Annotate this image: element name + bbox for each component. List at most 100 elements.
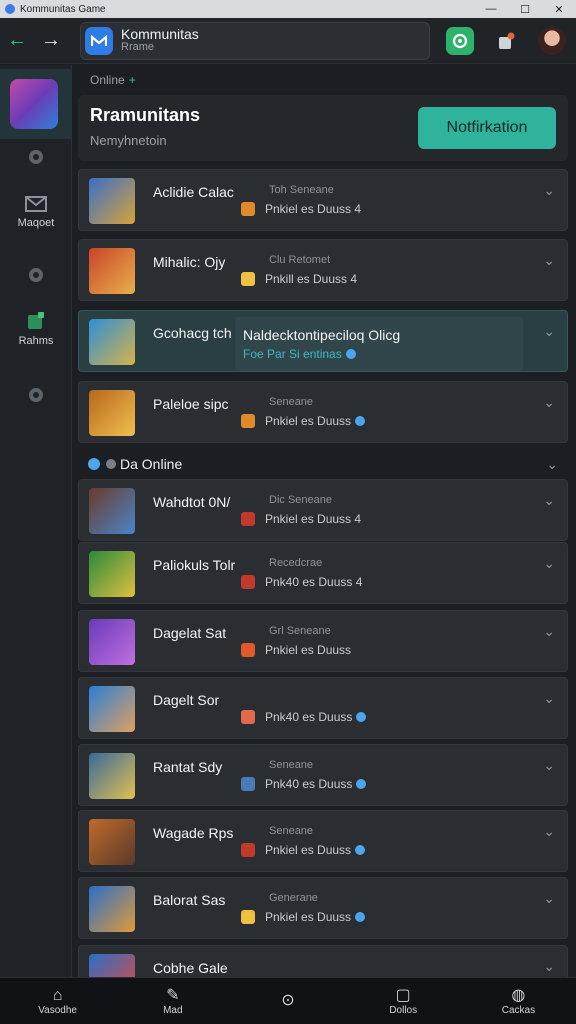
pencil-icon: ✎: [166, 986, 180, 1004]
game-players-text: Pnk40 es Duuss 4: [265, 575, 363, 589]
game-genre: Dic Seneane: [269, 494, 332, 506]
tooltip-title: Naldecktontipeciloq Olicg: [243, 327, 401, 343]
sidebar-item-options[interactable]: [0, 265, 72, 285]
game-tooltip: Naldecktontipeciloq Olicg Foe Par Si enti…: [235, 317, 523, 371]
chevron-down-icon[interactable]: ⌄: [543, 182, 555, 199]
game-genre: Generane: [269, 892, 318, 904]
page-title: Rramunitans: [90, 105, 201, 125]
game-row[interactable]: Gcohacg tch Naldecktontipeciloq Olicg Foe …: [78, 310, 568, 372]
game-row[interactable]: Wahdtot 0N/Dic Seneane Pnkiel es Duuss 4 ⌄: [78, 479, 568, 541]
game-players-text: Pnkiel es Duuss 4: [265, 202, 362, 216]
community-header-card: Rramunitans Nemyhnetoin Notfirkation: [78, 95, 568, 161]
sidebar-item-settings[interactable]: [0, 147, 72, 167]
plus-icon[interactable]: +: [129, 73, 136, 87]
game-thumbnail: [89, 319, 135, 365]
sidebar-item-more[interactable]: [0, 385, 72, 405]
game-players-text: Pnkiel es Duuss: [265, 910, 352, 924]
circle-icon: ⊙: [281, 992, 295, 1009]
game-players: Pnkiel es Duuss: [241, 910, 366, 924]
game-thumbnail: [89, 819, 135, 865]
chevron-down-icon[interactable]: ⌄: [543, 394, 555, 411]
nav-profile[interactable]: ◍ Cackas: [461, 978, 576, 1024]
nav-home[interactable]: ⌂ Vasodhe: [0, 978, 115, 1024]
maximize-icon[interactable]: ☐: [508, 3, 542, 16]
game-row[interactable]: Mihalic: Ojy Clu Retomet Pnkill es Duuss 4…: [78, 239, 568, 301]
verified-icon: [356, 779, 367, 789]
game-row[interactable]: Wagade Rps Seneane Pnkiel es Duuss ⌄: [78, 810, 568, 872]
chat-icon[interactable]: [446, 27, 474, 55]
game-thumbnail: [10, 79, 58, 129]
tooltip-subtitle: Foe Par Si entinas: [243, 347, 356, 361]
chevron-down-icon[interactable]: ⌄: [543, 958, 555, 975]
sidebar-item-label: Rahms: [18, 335, 54, 347]
chevron-down-icon[interactable]: ⌄: [543, 492, 555, 509]
game-name: Mihalic: Ojy: [153, 254, 226, 270]
game-genre: Seneane: [269, 759, 314, 771]
nav-center[interactable]: ⊙: [230, 978, 345, 1024]
verified-icon: [356, 712, 367, 722]
game-players-text: Pnk40 es Duuss: [265, 777, 353, 791]
user-avatar[interactable]: [538, 27, 566, 55]
chevron-down-icon[interactable]: ⌄: [543, 323, 555, 340]
game-name: Aclidie Calac: [153, 184, 234, 200]
game-thumbnail: [89, 248, 135, 294]
puzzle-icon[interactable]: [492, 27, 520, 55]
nav-label: Cackas: [501, 1004, 536, 1016]
game-badge-icon: [241, 512, 255, 526]
game-players: Pnkiel es Duuss 4: [241, 512, 361, 526]
chevron-down-icon[interactable]: ⌄: [543, 890, 555, 907]
notification-button[interactable]: Notfirkation: [418, 107, 556, 149]
game-players: Pnkiel es Duuss: [241, 414, 366, 428]
game-row[interactable]: Paliokuls Tolr Recedcrae Pnk40 es Duuss 4 ⌄: [78, 542, 568, 604]
game-badge-icon: [241, 202, 255, 216]
game-badge-icon: [241, 575, 255, 589]
game-thumbnail: [89, 551, 135, 597]
game-badge-icon: [241, 643, 255, 657]
game-players: Pnkill es Duuss 4: [241, 272, 357, 286]
chevron-down-icon[interactable]: ⌄: [543, 757, 555, 774]
gear-icon: [29, 268, 43, 282]
gear-icon: [29, 388, 43, 402]
game-row[interactable]: Balorat Sas Generane Pnkiel es Duuss ⌄: [78, 877, 568, 939]
game-genre: Recedcrae: [269, 557, 323, 569]
chevron-down-icon[interactable]: ⌄: [543, 623, 555, 640]
chevron-down-icon[interactable]: ⌄: [543, 690, 555, 707]
game-row[interactable]: Dagelat Sat Grl Seneane Pnkiel es Duuss ⌄: [78, 610, 568, 672]
chevron-down-icon[interactable]: ⌄: [546, 456, 558, 473]
game-thumbnail: [89, 753, 135, 799]
mail-icon: [25, 196, 47, 212]
nav-edit[interactable]: ✎ Mad: [115, 978, 230, 1024]
game-badge-icon: [241, 414, 255, 428]
game-players: Pnkiel es Duuss: [241, 643, 351, 657]
app-name: Kommunitas: [121, 26, 199, 42]
avatar-icon: ◍: [511, 986, 526, 1004]
game-row[interactable]: Paleloe sipc Seneane Pnkiel es Duuss ⌄: [78, 381, 568, 443]
game-row[interactable]: Rantat Sdy Seneane Pnk40 es Duuss ⌄: [78, 744, 568, 806]
nav-label: Dollos: [389, 1004, 418, 1016]
chart-icon: [28, 312, 44, 329]
sidebar-item-ratings[interactable]: Rahms: [0, 311, 72, 347]
gear-icon: [29, 150, 43, 164]
close-icon[interactable]: ✕: [542, 3, 576, 16]
back-arrow-icon[interactable]: ←: [0, 18, 34, 64]
chevron-down-icon[interactable]: ⌄: [543, 252, 555, 269]
forward-arrow-icon[interactable]: →: [34, 18, 68, 64]
sidebar-selected-game[interactable]: [0, 69, 72, 139]
section-header-online[interactable]: Da Online ⌄: [88, 455, 558, 473]
game-row[interactable]: Dagelt Sor Pnk40 es Duuss ⌄: [78, 677, 568, 739]
game-thumbnail: [89, 390, 135, 436]
game-genre: Grl Seneane: [269, 625, 331, 637]
sidebar-item-messages[interactable]: Maqoet: [0, 195, 72, 229]
game-name: Wahdtot 0N/: [153, 494, 231, 510]
game-badge-icon: [241, 910, 255, 924]
minimize-icon[interactable]: —: [474, 3, 508, 15]
chevron-down-icon[interactable]: ⌄: [543, 823, 555, 840]
nav-library[interactable]: ▢ Dollos: [346, 978, 461, 1024]
window-titlebar: Kommunitas Game — ☐ ✕: [0, 0, 576, 18]
game-players: Pnkiel es Duuss 4: [241, 202, 361, 216]
game-row[interactable]: Aclidie Calac Toh Seneane Pnkiel es Duuss …: [78, 169, 568, 231]
game-thumbnail: [89, 488, 135, 534]
chevron-down-icon[interactable]: ⌄: [543, 555, 555, 572]
app-switcher[interactable]: Kommunitas Rrame: [80, 22, 430, 60]
game-genre: Clu Retomet: [269, 254, 331, 266]
